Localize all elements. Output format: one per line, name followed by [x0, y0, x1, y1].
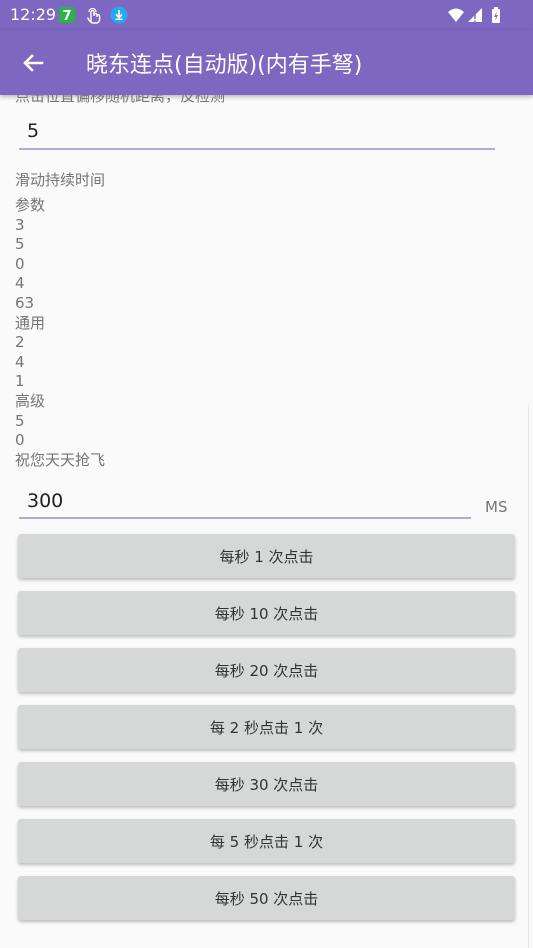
- rate-20-per-sec-button[interactable]: 每秒 20 次点击: [18, 648, 515, 692]
- scroll-track: [528, 405, 529, 948]
- interval-unit-label: MS: [485, 498, 508, 516]
- battery-icon: [492, 7, 500, 23]
- status-bar: 12:29 7: [0, 0, 533, 30]
- app-bar: 晓东连点(自动版)(内有手弩): [0, 30, 533, 95]
- rate-30-per-sec-button[interactable]: 每秒 30 次点击: [18, 762, 515, 806]
- back-arrow-icon[interactable]: [18, 48, 48, 78]
- rate-10-per-sec-button[interactable]: 每秒 10 次点击: [18, 591, 515, 635]
- info-line: 4: [15, 274, 25, 293]
- info-line: 0: [15, 254, 25, 273]
- app-badge-icon: 7: [59, 7, 75, 24]
- offset-input[interactable]: [19, 114, 495, 150]
- info-line: 参数: [15, 196, 46, 214]
- info-line: 5: [15, 411, 25, 430]
- info-line: 63: [15, 293, 35, 312]
- info-line: 通用: [15, 313, 46, 332]
- info-list: 参数 3 5 0 4 63 通用 2 4 1 高级 5 0 祝您天天抢飞: [15, 196, 105, 470]
- rate-1-per-sec-button[interactable]: 每秒 1 次点击: [18, 534, 515, 578]
- info-line: 高级: [15, 391, 46, 410]
- rate-50-per-sec-button[interactable]: 每秒 50 次点击: [18, 876, 515, 920]
- info-line: 1: [15, 372, 25, 391]
- signal-icon: [468, 8, 482, 22]
- offset-label: 点击位置偏移随机距离，反检测: [15, 95, 226, 105]
- page-title: 晓东连点(自动版)(内有手弩): [86, 53, 363, 78]
- interval-input[interactable]: [19, 484, 471, 519]
- info-line: 0: [15, 431, 25, 450]
- main-content: 点击位置偏移随机距离，反检测 滑动持续时间 参数 3 5 0 4 63 通用 2…: [0, 95, 533, 948]
- info-line: 4: [15, 352, 25, 371]
- every-5-sec-button[interactable]: 每 5 秒点击 1 次: [18, 819, 515, 863]
- wifi-icon: [448, 8, 464, 22]
- info-line: 祝您天天抢飞: [15, 450, 106, 469]
- touch-icon: [86, 7, 101, 24]
- info-line: 2: [15, 333, 25, 352]
- download-icon: [110, 6, 128, 24]
- info-line: 3: [15, 215, 25, 234]
- every-2-sec-button[interactable]: 每 2 秒点击 1 次: [18, 705, 515, 749]
- svg-text:7: 7: [62, 9, 71, 24]
- swipe-duration-label: 滑动持续时间: [15, 171, 106, 189]
- status-time: 12:29: [10, 5, 57, 24]
- info-line: 5: [15, 235, 25, 254]
